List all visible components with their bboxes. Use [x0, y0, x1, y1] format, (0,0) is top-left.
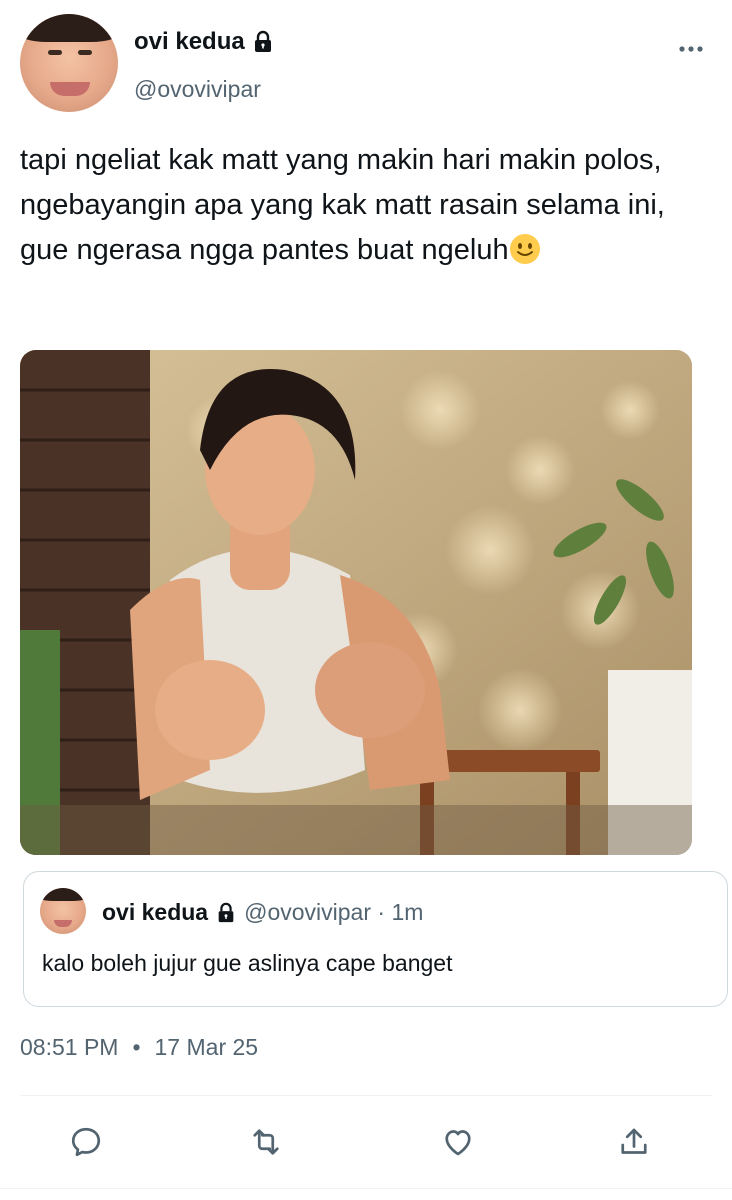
- like-icon[interactable]: [436, 1120, 480, 1164]
- tweet-photo[interactable]: [20, 350, 692, 855]
- author-avatar[interactable]: [20, 14, 118, 112]
- author-handle[interactable]: @ovovivipar: [134, 76, 261, 103]
- lock-icon: [251, 30, 275, 54]
- quoted-author-row: ovi kedua @ovovivipar · 1m: [102, 899, 423, 926]
- quoted-tweet-text: kalo boleh jujur gue aslinya cape banget: [42, 950, 453, 976]
- retweet-icon[interactable]: [244, 1120, 288, 1164]
- bottom-divider: [0, 1188, 732, 1189]
- more-options-icon[interactable]: [676, 34, 706, 64]
- tweet-date: 17 Mar 25: [154, 1034, 259, 1060]
- tweet-header: ovi kedua @ovovivipar: [0, 0, 732, 120]
- divider: [20, 1095, 712, 1096]
- tweet-body: tapi ngeliat kak matt yang makin hari ma…: [20, 144, 665, 266]
- slightly-smiling-face-icon: [509, 233, 541, 265]
- share-icon[interactable]: [612, 1120, 656, 1164]
- quoted-author-avatar: [40, 888, 86, 934]
- quoted-handle-time: @ovovivipar · 1m: [244, 899, 424, 925]
- timestamp-separator: •: [132, 1034, 141, 1060]
- tweet-text: tapi ngeliat kak matt yang makin hari ma…: [20, 138, 710, 273]
- author-display-name[interactable]: ovi kedua: [134, 28, 245, 56]
- tweet-time: 08:51 PM: [20, 1034, 119, 1060]
- reply-icon[interactable]: [64, 1120, 108, 1164]
- lock-icon: [215, 902, 237, 924]
- quoted-author-name: ovi kedua: [102, 899, 209, 925]
- tweet-timestamp[interactable]: 08:51 PM • 17 Mar 25: [20, 1034, 258, 1061]
- quoted-tweet[interactable]: ovi kedua @ovovivipar · 1m kalo boleh ju…: [23, 871, 728, 1007]
- author-name-row[interactable]: ovi kedua: [134, 28, 275, 56]
- action-bar: [0, 1110, 732, 1174]
